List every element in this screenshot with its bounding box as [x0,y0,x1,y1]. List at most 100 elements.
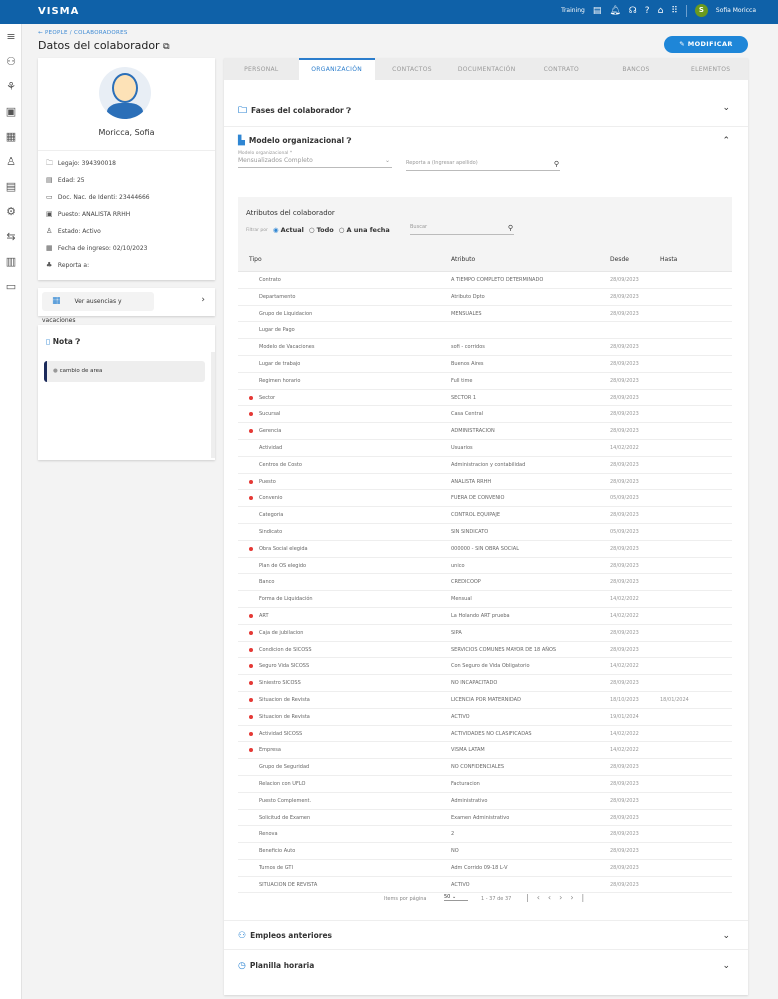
table-row[interactable]: Forma de Liquidación Mensual 14/02/2022 [238,591,732,608]
table-row[interactable]: Categoria CONTROL EQUIPAJE 28/09/2023 [238,507,732,524]
headset-icon[interactable]: ☊ [629,6,637,16]
chevron-down-icon[interactable]: ⌄ [722,951,730,981]
tab-3[interactable]: DOCUMENTACIÓN [449,58,524,80]
search-input[interactable]: Buscar⚲ [410,224,514,235]
note-item[interactable]: ● cambio de area [44,361,205,382]
database-icon[interactable]: ▤ [593,6,602,16]
table-row[interactable]: Renova 2 28/09/2023 [238,826,732,843]
next-page-icon[interactable]: › [559,893,570,902]
table-row[interactable]: Lugar de Pago [238,322,732,339]
table-row[interactable]: Situacion de Revista ACTIVO 19/01/2024 [238,709,732,726]
table-row[interactable]: Siniestro SICOSS NO INCAPACITADO 28/09/2… [238,675,732,692]
table-row[interactable]: Relacion con UFLO Facturacion 28/09/2023 [238,776,732,793]
menu-icon[interactable]: ≡ [0,24,22,49]
bell-icon[interactable]: 🔔︎ [609,6,620,16]
chevron-up-icon[interactable]: ⌃ [722,136,730,146]
user-name[interactable]: Sofia Moricca [716,7,756,14]
section-fases[interactable]: 🗀Fases del colaborador ❓︎ ⌄ [224,103,748,127]
table-row[interactable]: ART La Holando ART prueba 14/02/2022 [238,608,732,625]
table-row[interactable]: Turnos de GTI Adm Corrido 09-18 L-V 28/0… [238,860,732,877]
table-row[interactable]: Obra Social elegida 000000 - SIN OBRA SO… [238,541,732,558]
col-atributo[interactable]: Atributo [451,248,475,272]
col-hasta[interactable]: Hasta [660,248,677,272]
modelo-select[interactable]: Mensualizados Completo⌄ [238,157,392,168]
table-row[interactable]: Contrato A TIEMPO COMPLETO DETERMINADO 2… [238,272,732,289]
chevron-down-icon[interactable]: ⌄ [722,103,730,113]
note-scrollbar[interactable] [211,352,215,458]
tab-1[interactable]: ORGANIZACIÓN [299,58,375,80]
visma-logo[interactable]: VISMA [38,6,79,17]
sidebar-settings-icon[interactable]: ⚙ [0,199,22,224]
col-tipo[interactable]: Tipo [249,248,262,272]
help-icon[interactable]: ? [645,6,650,16]
home-icon[interactable]: ⌂ [658,6,664,16]
absences-button[interactable]: ▦Ver ausencias y vacaciones [42,292,154,311]
table-row[interactable]: Puesto Complement. Administrativo 28/09/… [238,793,732,810]
sidebar-document-icon[interactable]: ▤ [0,174,22,199]
absences-card[interactable]: ▦Ver ausencias y vacaciones › [38,288,215,316]
table-row[interactable]: Plan de OS elegido unico 28/09/2023 [238,558,732,575]
table-row[interactable]: Convenio FUERA DE CONVENIO 05/09/2023 [238,490,732,507]
help-icon[interactable]: ❓︎ [75,337,80,346]
tab-2[interactable]: CONTACTOS [375,58,450,80]
page-size-select[interactable]: 50 ⌄ [444,894,468,901]
first-page-icon[interactable]: |‹ [526,893,548,902]
col-desde[interactable]: Desde [610,248,629,272]
table-row[interactable]: Empresa VISMA LATAM 14/02/2022 [238,742,732,759]
apps-grid-icon[interactable]: ⠿ [671,6,678,16]
help-icon[interactable]: ❓︎ [346,106,351,115]
table-row[interactable]: Situacion de Revista LICENCIA POR MATERN… [238,692,732,709]
tab-6[interactable]: ELEMENTOS [673,58,748,80]
breadcrumb[interactable]: ← PEOPLE / COLABORADORES [38,30,128,36]
section-modelo[interactable]: ▙Modelo organizacional ❓︎ ⌃ [224,136,748,146]
table-row[interactable]: Solicitud de Examen Examen Administrativ… [238,810,732,827]
radio-actual[interactable]: ◉ Actual [273,226,304,234]
modify-button[interactable]: ✎ MODIFICAR [664,36,748,53]
radio-todo[interactable]: ○ Todo [309,226,334,234]
sidebar-org-icon[interactable]: ⚘ [0,74,22,99]
prev-page-icon[interactable]: ‹ [548,893,559,902]
last-page-icon[interactable]: ›| [570,893,592,902]
table-row[interactable]: Sector SECTOR 1 28/09/2023 [238,390,732,407]
sidebar-user-icon[interactable]: ♙ [0,149,22,174]
table-row[interactable]: Centros de Costo Administracion y contab… [238,457,732,474]
tab-4[interactable]: CONTRATO [524,58,599,80]
table-row[interactable]: Banco CREDICOOP 28/09/2023 [238,574,732,591]
table-row[interactable]: Actividad Usuarios 14/02/2022 [238,440,732,457]
chevron-down-icon[interactable]: ⌄ [722,921,730,951]
tab-0[interactable]: PERSONAL [224,58,299,80]
tab-5[interactable]: BANCOS [599,58,674,80]
table-row[interactable]: Regimen horario Full time 28/09/2023 [238,373,732,390]
table-row[interactable]: Puesto ANALISTA RRHH 28/09/2023 [238,474,732,491]
section-planilla[interactable]: ◷Planilla horaria ⌄ [224,951,748,981]
table-row[interactable]: Grupo de Seguridad NO CONFIDENCIALES 28/… [238,759,732,776]
table-row[interactable]: Sindicato SIN SINDICATO 05/09/2023 [238,524,732,541]
external-link-icon[interactable]: ⧉ [163,42,169,52]
section-empleos[interactable]: ⚇Empleos anteriores ⌄ [224,920,748,950]
table-row[interactable]: Caja de jubilacion SIPA 28/09/2023 [238,625,732,642]
table-row[interactable]: Sucursal Casa Central 28/09/2023 [238,406,732,423]
reporta-input[interactable]: Reporta a (Ingresar apellido)⚲ [406,160,560,171]
sidebar-payroll-icon[interactable]: ▥ [0,249,22,274]
avatar[interactable]: S [695,4,708,17]
table-row[interactable]: Seguro Vida SICOSS Con Seguro de Vida Ob… [238,658,732,675]
table-row[interactable]: Modelo de Vacaciones sofi - corridos 28/… [238,339,732,356]
chevron-right-icon[interactable]: › [201,295,205,305]
radio-fecha[interactable]: ○ A una fecha [339,226,390,234]
help-icon[interactable]: ❓︎ [347,136,352,145]
table-row[interactable]: Lugar de trabajo Buenos Aires 28/09/2023 [238,356,732,373]
table-row[interactable]: Gerencia ADMINISTRACION 28/09/2023 [238,423,732,440]
pagination-controls[interactable]: |‹‹››| [526,893,592,902]
sidebar-people-icon[interactable]: ⚇ [0,49,22,74]
table-row[interactable]: Beneficio Auto NO 28/09/2023 [238,843,732,860]
table-row[interactable]: Actividad SICOSS ACTIVIDADES NO CLASIFIC… [238,726,732,743]
search-icon[interactable]: ⚲ [508,224,513,232]
table-row[interactable]: Grupo de Liquidacion MENSUALES 28/09/202… [238,306,732,323]
table-row[interactable]: Departamento Atributo Dpto 28/09/2023 [238,289,732,306]
search-icon[interactable]: ⚲ [554,160,559,168]
table-row[interactable]: Condicion de SICOSS SERVICIOS COMUNES MA… [238,642,732,659]
sidebar-calendar-icon[interactable]: ▣ [0,99,22,124]
sidebar-report-icon[interactable]: ▦ [0,124,22,149]
sidebar-transfer-icon[interactable]: ⇆ [0,224,22,249]
table-row[interactable]: SITUACION DE REVISTA ACTIVO 28/09/2023 [238,877,732,894]
